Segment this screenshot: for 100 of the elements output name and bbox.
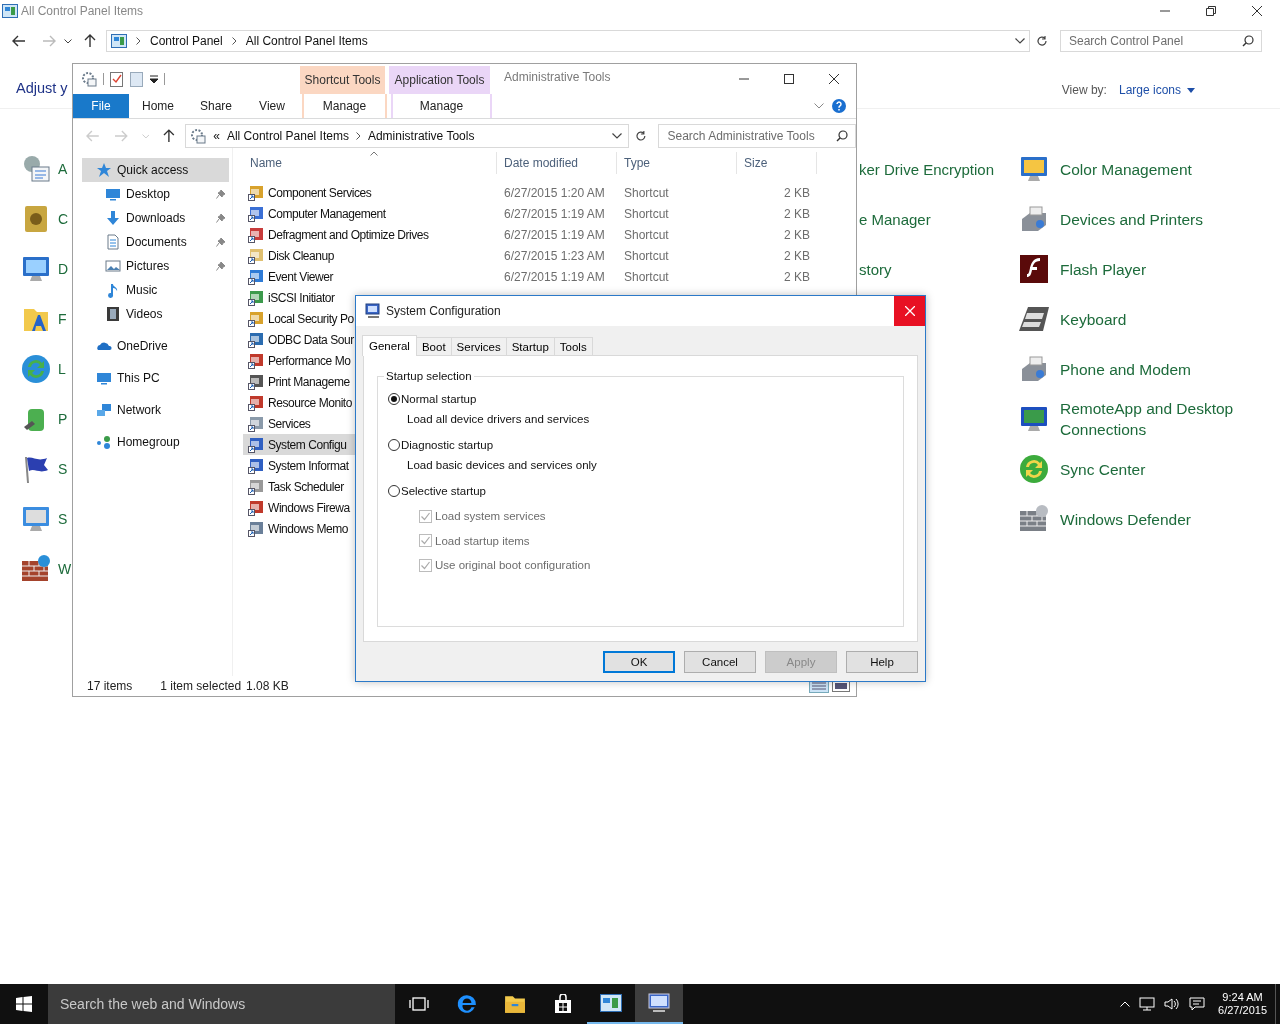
control-panel-link[interactable]: e Manager xyxy=(859,194,931,244)
column-header[interactable]: Type xyxy=(617,152,737,174)
address-bar[interactable]: Control Panel All Control Panel Items xyxy=(106,30,1030,52)
dropdown-icon[interactable] xyxy=(150,75,158,83)
radio-button[interactable] xyxy=(388,393,400,405)
nav-item[interactable]: OneDrive xyxy=(82,334,229,358)
control-panel-link[interactable]: L xyxy=(20,344,66,394)
control-panel-link[interactable]: W xyxy=(20,544,72,594)
nav-item[interactable]: Downloads xyxy=(105,206,216,230)
control-panel-link[interactable]: C xyxy=(20,194,69,244)
clock-time[interactable]: 9:24 AM xyxy=(1222,991,1263,1004)
expand-ribbon-icon[interactable] xyxy=(814,103,824,109)
column-header[interactable]: Date modified xyxy=(497,152,617,174)
windows-start-icon[interactable] xyxy=(16,996,32,1012)
clock-date[interactable]: 6/27/2015 xyxy=(1218,1004,1267,1017)
volume-icon[interactable] xyxy=(1164,996,1181,1012)
search-field[interactable]: Search Administrative Tools xyxy=(658,124,856,148)
breadcrumb-item[interactable]: All Control Panel Items xyxy=(245,34,368,48)
ribbon-tab[interactable]: File xyxy=(73,94,129,118)
ribbon-tab[interactable]: Home xyxy=(129,94,187,118)
control-panel-link[interactable]: Sync Center xyxy=(1018,444,1260,494)
file-row[interactable]: Defragment and Optimize Drives 6/27/2015 1:19 AM Shortcut 2 KB xyxy=(243,224,817,245)
nav-item[interactable]: Documents xyxy=(105,230,216,254)
file-row[interactable]: Local Security Po xyxy=(243,308,356,329)
radio-option[interactable]: Diagnostic startup xyxy=(388,437,903,453)
nav-item[interactable]: This PC xyxy=(82,366,229,390)
nav-item[interactable]: Videos xyxy=(105,302,226,326)
help-icon[interactable] xyxy=(832,99,846,113)
radio-button[interactable] xyxy=(388,485,400,497)
control-panel-link[interactable]: Keyboard xyxy=(1018,294,1260,344)
control-panel-link[interactable]: story xyxy=(859,244,892,294)
network-icon[interactable] xyxy=(1139,996,1156,1012)
radio-button[interactable] xyxy=(388,439,400,451)
close-button[interactable] xyxy=(894,296,925,326)
dialog-button[interactable]: Cancel xyxy=(684,651,756,673)
control-panel-link[interactable]: A xyxy=(20,144,68,194)
nav-item[interactable]: Desktop xyxy=(105,182,216,206)
control-panel-link[interactable]: Devices and Printers xyxy=(1018,194,1260,244)
control-panel-link[interactable]: Phone and Modem xyxy=(1018,344,1260,394)
breadcrumb-item[interactable]: Control Panel xyxy=(150,34,223,48)
ribbon-tab[interactable]: Share xyxy=(187,94,245,118)
tab[interactable]: Startup xyxy=(505,337,555,355)
nav-item[interactable]: Quick access xyxy=(82,158,229,182)
up-icon[interactable] xyxy=(163,129,176,143)
control-panel-link[interactable]: ker Drive Encryption xyxy=(859,144,995,194)
file-row[interactable]: System Informat xyxy=(243,455,356,476)
properties-icon[interactable] xyxy=(110,71,124,87)
refresh-icon[interactable] xyxy=(1036,35,1048,47)
dropdown-icon[interactable] xyxy=(611,133,622,139)
file-row[interactable]: Print Manageme xyxy=(243,371,356,392)
taskbar-search-field[interactable]: Search the web and Windows xyxy=(48,984,395,1024)
up-icon[interactable] xyxy=(84,34,96,48)
nav-item[interactable]: Music xyxy=(105,278,226,302)
file-row[interactable]: Performance Mo xyxy=(243,350,356,371)
breadcrumb-item[interactable]: All Control Panel Items xyxy=(226,129,349,143)
control-panel-link[interactable]: S xyxy=(20,444,68,494)
file-row[interactable]: Services xyxy=(243,413,356,434)
dropdown-icon[interactable] xyxy=(1015,38,1025,44)
control-panel-link[interactable]: P xyxy=(20,394,68,444)
notifications-icon[interactable] xyxy=(1189,996,1206,1012)
taskbar-button[interactable] xyxy=(635,984,683,1024)
dialog-button[interactable]: Help xyxy=(846,651,918,673)
overflow-chevron[interactable]: « xyxy=(213,129,220,143)
chevron-up-icon[interactable] xyxy=(1120,1001,1131,1007)
file-row[interactable]: Computer Management 6/27/2015 1:19 AM Shortcut 2 KB xyxy=(243,203,817,224)
search-field[interactable]: Search Control Panel xyxy=(1060,30,1262,52)
file-row[interactable]: iSCSI Initiator xyxy=(243,287,356,308)
control-panel-link[interactable]: D xyxy=(20,244,69,294)
back-icon[interactable] xyxy=(12,35,26,47)
control-panel-link[interactable]: Color Management xyxy=(1018,144,1260,194)
control-panel-link[interactable]: S xyxy=(20,494,68,544)
control-panel-link[interactable]: F xyxy=(20,294,67,344)
caret-icon[interactable] xyxy=(64,38,72,44)
dialog-button[interactable]: OK xyxy=(603,651,675,673)
refresh-icon[interactable] xyxy=(634,130,647,142)
column-header[interactable]: Name xyxy=(243,152,497,174)
control-panel-link[interactable]: RemoteApp and Desktop Connections xyxy=(1018,394,1260,444)
file-row[interactable]: Disk Cleanup 6/27/2015 1:23 AM Shortcut 2 KB xyxy=(243,245,817,266)
view-by-dropdown[interactable]: Large icons xyxy=(1118,83,1195,97)
nav-item[interactable]: Homegroup xyxy=(82,430,229,454)
radio-option[interactable]: Normal startup xyxy=(388,391,903,407)
tab[interactable]: Tools xyxy=(553,337,593,355)
nav-item[interactable]: Network xyxy=(82,398,229,422)
nav-item[interactable]: Pictures xyxy=(105,254,216,278)
file-row[interactable]: System Configu xyxy=(243,434,356,455)
control-panel-link[interactable]: Flash Player xyxy=(1018,244,1260,294)
file-row[interactable]: Windows Firewa xyxy=(243,497,356,518)
file-row[interactable]: Event Viewer 6/27/2015 1:19 AM Shortcut 2 KB xyxy=(243,266,817,287)
radio-option[interactable]: Selective startup xyxy=(388,483,903,499)
tab[interactable]: General xyxy=(362,335,417,356)
control-panel-link[interactable]: Windows Defender xyxy=(1018,494,1260,544)
breadcrumb-item[interactable]: Administrative Tools xyxy=(367,129,475,143)
ribbon-tab[interactable]: Manage xyxy=(302,94,387,118)
file-row[interactable]: ODBC Data Sour xyxy=(243,329,356,350)
address-bar[interactable]: « All Control Panel Items Administrative Tools xyxy=(185,124,629,148)
ribbon-tab[interactable]: Manage xyxy=(391,94,492,118)
file-row[interactable]: Windows Memo xyxy=(243,518,356,539)
column-header[interactable]: Size xyxy=(737,152,817,174)
file-row[interactable]: Component Services 6/27/2015 1:20 AM Shortcut 2 KB xyxy=(243,182,817,203)
file-row[interactable]: Resource Monito xyxy=(243,392,356,413)
